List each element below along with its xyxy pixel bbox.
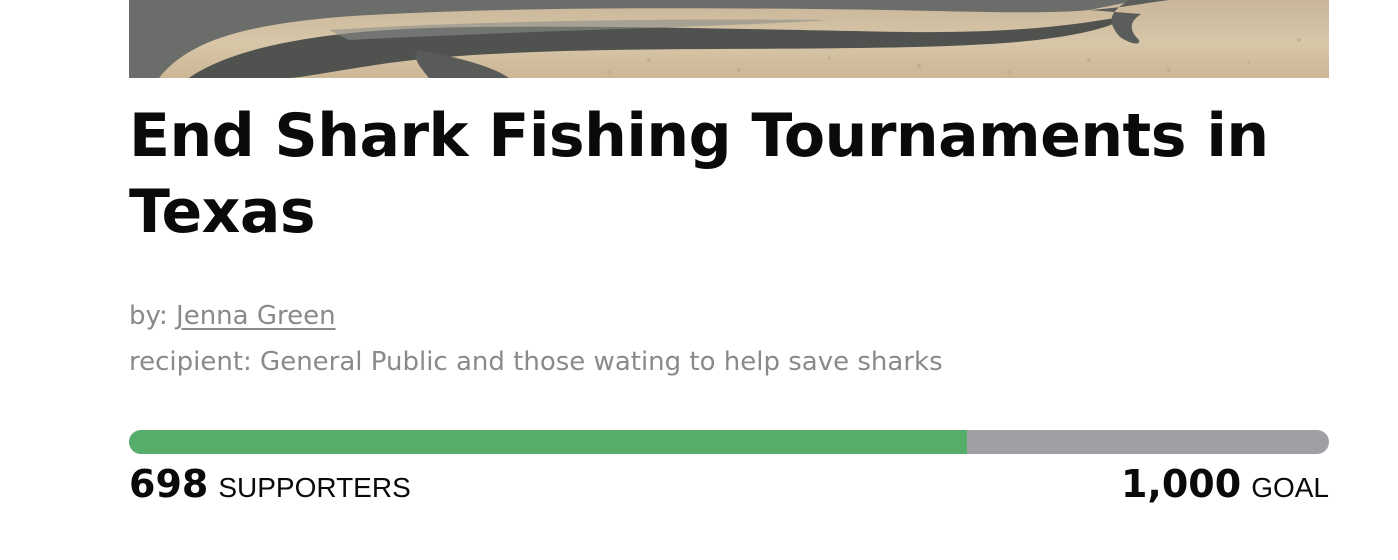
goal-count: 1,000 GOAL (1121, 462, 1329, 506)
progress-counts: 698 SUPPORTERS 1,000 GOAL (129, 462, 1329, 506)
author-link[interactable]: Jenna Green (176, 301, 336, 331)
goal-number: 1,000 (1120, 462, 1242, 506)
petition-title: End Shark Fishing Tournaments in Texas (129, 101, 1269, 247)
progress-fill (129, 430, 967, 454)
recipient-line: recipient: General Public and those wati… (129, 347, 943, 377)
supporters-number: 698 (129, 462, 209, 506)
hero-image (129, 0, 1329, 78)
petition-card: End Shark Fishing Tournaments in Texas b… (129, 0, 1329, 506)
goal-label: GOAL (1251, 472, 1329, 503)
shark-photo-icon (129, 0, 1301, 78)
supporters-progress-bar (129, 430, 1329, 454)
by-label: by: (129, 301, 168, 331)
petition-meta: by: Jenna Green recipient: General Publi… (129, 293, 1329, 385)
supporters-count: 698 SUPPORTERS (129, 462, 411, 506)
author-line: by: Jenna Green (129, 293, 1329, 339)
supporters-label: SUPPORTERS (218, 472, 411, 503)
